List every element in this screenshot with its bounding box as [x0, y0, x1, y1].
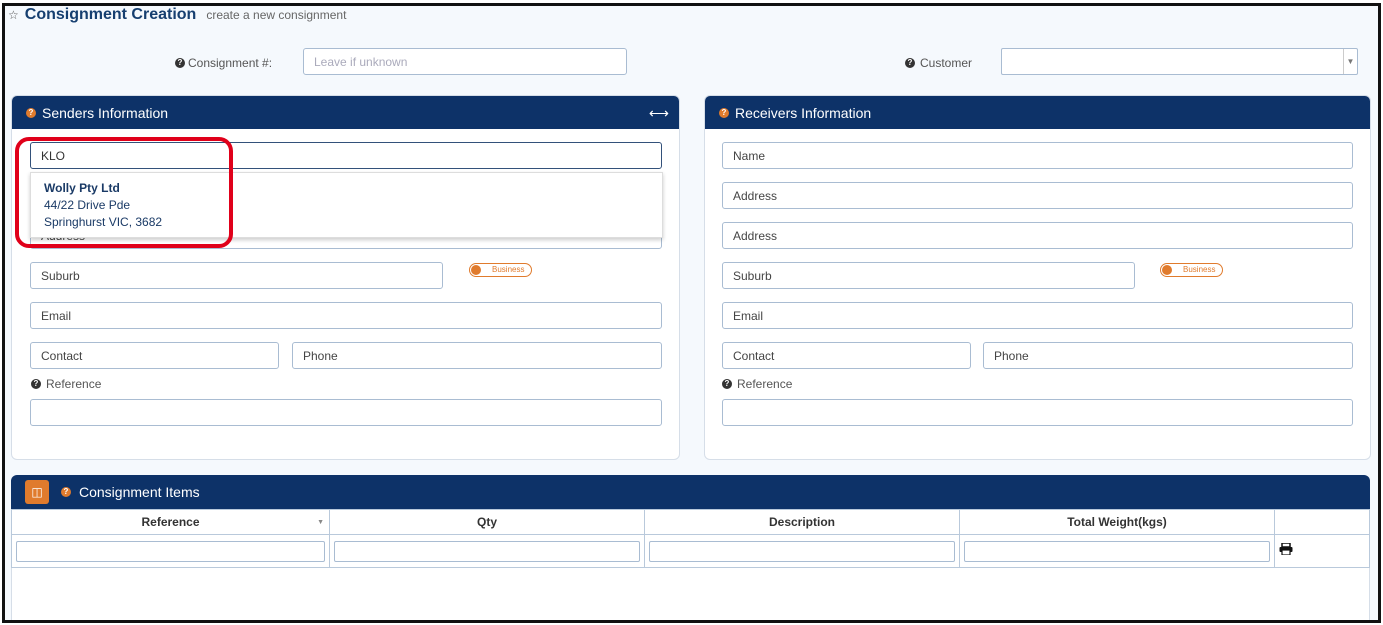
item-weight-input[interactable]: [964, 540, 1270, 562]
receiver-name-input[interactable]: [722, 142, 1353, 169]
receiver-business-toggle[interactable]: Business: [1160, 263, 1223, 277]
receivers-panel-title: Receivers Information: [735, 104, 872, 121]
receiver-reference-input[interactable]: [722, 399, 1353, 426]
senders-panel-title: Senders Information: [42, 104, 169, 121]
suggestion-address-line1: 44/22 Drive Pde: [44, 198, 131, 212]
receiver-reference-label: ? Reference: [722, 377, 792, 391]
page-subtitle: create a new consignment: [206, 8, 347, 22]
star-icon[interactable]: ☆: [8, 8, 19, 22]
suggestion-name[interactable]: Wolly Pty Ltd: [44, 180, 649, 197]
sender-email-input[interactable]: [30, 302, 662, 329]
page-title: Consignment Creation: [24, 6, 197, 23]
sender-reference-input[interactable]: [30, 399, 662, 426]
help-icon[interactable]: ?: [31, 379, 41, 389]
sender-suburb-input[interactable]: [30, 262, 443, 289]
help-icon[interactable]: ?: [719, 107, 729, 118]
receiver-email-input[interactable]: [722, 302, 1353, 329]
receiver-address1-input[interactable]: [722, 182, 1353, 209]
item-qty-input[interactable]: [334, 540, 640, 562]
column-header-description[interactable]: Description: [644, 509, 960, 535]
help-icon[interactable]: ?: [61, 487, 71, 497]
sender-suggestion-dropdown[interactable]: Wolly Pty Ltd 44/22 Drive Pde Springhurs…: [30, 172, 663, 238]
item-description-input[interactable]: [649, 540, 955, 562]
help-icon[interactable]: ?: [26, 107, 36, 118]
business-label: Business: [1183, 265, 1216, 274]
business-label: Business: [492, 265, 525, 274]
expand-horizontal-icon[interactable]: ⟷: [649, 105, 669, 122]
page-header: ☆ Consignment Creation create a new cons…: [8, 6, 346, 30]
column-header-total-weight[interactable]: Total Weight(kgs): [959, 509, 1275, 535]
receiver-suburb-input[interactable]: [722, 262, 1135, 289]
column-header-qty[interactable]: Qty: [329, 509, 645, 535]
column-header-reference[interactable]: Reference ▼: [11, 509, 330, 535]
sender-reference-label: ? Reference: [31, 377, 101, 391]
receiver-phone-input[interactable]: [983, 342, 1353, 369]
items-table-body-area: [11, 568, 1370, 620]
suggestion-address-line2: Springhurst VIC, 3682: [44, 215, 163, 229]
sender-phone-input[interactable]: [292, 342, 662, 369]
toggle-knob: [1162, 265, 1172, 275]
sender-business-toggle[interactable]: Business: [469, 263, 532, 277]
columns-toggle-button[interactable]: ◫: [25, 480, 49, 504]
help-icon[interactable]: ?: [905, 58, 915, 68]
items-table: Reference ▼ Qty Description Total Weight…: [11, 509, 1370, 568]
item-reference-input[interactable]: [16, 540, 325, 562]
sender-name-input[interactable]: [30, 142, 662, 169]
receiver-address2-input[interactable]: [722, 222, 1353, 249]
help-icon[interactable]: ?: [175, 58, 185, 68]
items-panel-header: ◫ ? Consignment Items: [11, 475, 1370, 509]
consignment-number-input[interactable]: [303, 48, 627, 75]
toggle-knob: [471, 265, 481, 275]
items-panel-title: Consignment Items: [79, 484, 200, 500]
chevron-down-icon[interactable]: ▼: [1343, 49, 1357, 74]
senders-panel-header: ? Senders Information ⟷: [12, 96, 679, 129]
help-icon[interactable]: ?: [722, 379, 732, 389]
consignment-number-label: ? Consignment #:: [175, 56, 272, 70]
table-header-row: Reference ▼ Qty Description Total Weight…: [11, 509, 1370, 535]
customer-label: ? Customer: [905, 56, 972, 70]
sort-down-icon[interactable]: ▼: [317, 519, 324, 526]
column-header-actions: [1274, 509, 1370, 535]
table-row: [11, 534, 1370, 568]
receivers-panel-header: ? Receivers Information: [705, 96, 1370, 129]
receiver-contact-input[interactable]: [722, 342, 971, 369]
sender-contact-input[interactable]: [30, 342, 279, 369]
print-icon[interactable]: [1279, 542, 1293, 556]
customer-select[interactable]: ▼: [1001, 48, 1358, 75]
